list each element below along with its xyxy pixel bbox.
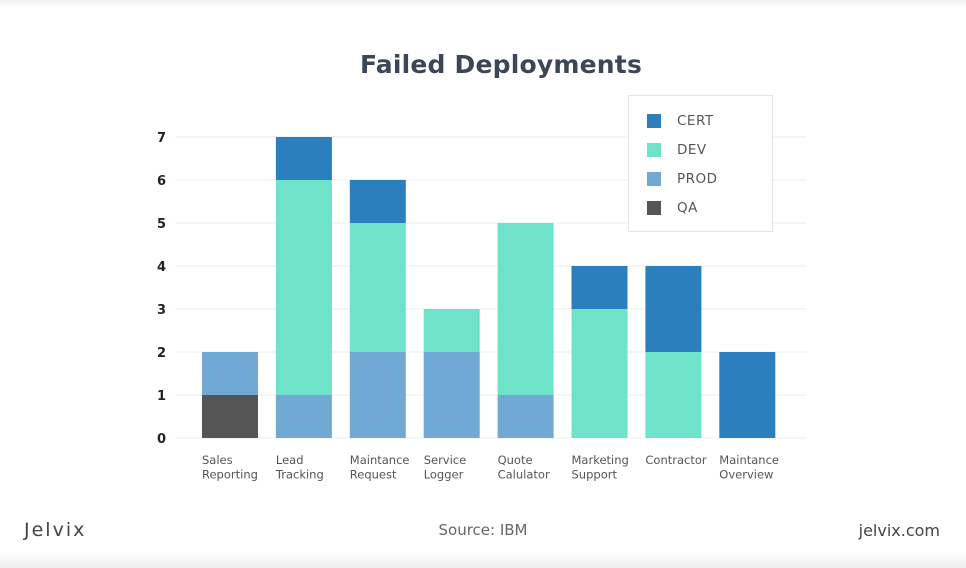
bottom-shade (0, 552, 966, 568)
bar-segment-cert (571, 266, 628, 309)
x-tick-label-line: Reporting (202, 468, 258, 482)
y-tick-label: 7 (157, 131, 166, 146)
x-tick-label-line: Calulator (498, 468, 550, 482)
legend-item-cert: CERT (647, 113, 714, 129)
legend-swatch-qa (647, 201, 661, 215)
x-tick-label-line: Logger (424, 468, 464, 482)
legend-item-dev: DEV (647, 142, 707, 158)
x-tick-label: Maintance Overview (719, 453, 779, 482)
legend-swatch-prod (647, 172, 661, 186)
bar-segment-prod (202, 352, 258, 395)
legend-item-prod: PROD (647, 171, 718, 187)
legend-swatch-dev (647, 143, 661, 157)
x-tick-label: Contractor (645, 453, 707, 467)
x-tick-label-line: Quote (498, 453, 533, 467)
x-tick-label-line: Request (350, 468, 397, 482)
x-tick-label-line: Tracking (275, 468, 324, 482)
x-tick-label-line: Maintance (350, 453, 410, 467)
y-tick-label: 2 (157, 346, 166, 361)
y-tick-label: 4 (157, 260, 166, 275)
legend-item-qa: QA (647, 200, 698, 216)
x-tick-label-line: Lead (276, 453, 304, 467)
chart-area: 0 1 2 3 4 5 6 7 Sales Reporting Lead Tracking Mainta… (157, 131, 806, 482)
legend-label-prod: PROD (677, 171, 718, 187)
x-tick-label: Lead Tracking (275, 453, 324, 482)
legend-label-qa: QA (677, 200, 698, 216)
y-tick-label: 3 (157, 303, 166, 318)
bar-segment-dev (423, 309, 480, 352)
source-note: Source: IBM (438, 521, 528, 539)
y-tick-label: 1 (157, 389, 166, 404)
bar-segment-prod (423, 352, 480, 438)
y-tick-label: 0 (157, 432, 166, 447)
bar-segment-cert (645, 266, 702, 352)
bar-segment-dev (645, 352, 702, 438)
x-tick-label: Sales Reporting (202, 453, 258, 482)
bar-segment-prod (497, 395, 554, 438)
x-tick-label-line: Marketing (572, 453, 629, 467)
legend: CERT DEV PROD QA (628, 95, 773, 232)
x-tick-label-line: Contractor (645, 453, 707, 467)
bar-segment-prod (275, 395, 332, 438)
bar-segment-cert (275, 137, 332, 180)
x-tick-label-line: Overview (719, 468, 773, 482)
legend-swatch-cert (647, 114, 661, 128)
site-url: jelvix.com (858, 521, 940, 540)
x-tick-label: Service Logger (424, 453, 467, 482)
bar-segment-cert (719, 352, 776, 438)
x-tick-label: Quote Calulator (498, 453, 550, 482)
legend-label-dev: DEV (677, 142, 707, 158)
legend-label-cert: CERT (677, 113, 714, 129)
y-tick-label: 6 (157, 174, 166, 189)
bar-segment-dev (349, 223, 406, 352)
bar-segment-dev (275, 180, 332, 395)
bar-segment-qa (202, 395, 258, 438)
x-tick-label-line: Sales (202, 453, 233, 467)
x-tick-label: Marketing Support (572, 453, 629, 482)
bar-segment-dev (497, 223, 554, 395)
bar-segment-prod (349, 352, 406, 438)
x-tick-label-line: Maintance (719, 453, 779, 467)
x-tick-label: Maintance Request (350, 453, 410, 482)
x-tick-label-line: Service (424, 453, 467, 467)
x-tick-label-line: Support (572, 468, 618, 482)
bar-segment-dev (571, 309, 628, 438)
y-tick-label: 5 (157, 217, 166, 232)
bar-segment-cert (349, 180, 406, 223)
